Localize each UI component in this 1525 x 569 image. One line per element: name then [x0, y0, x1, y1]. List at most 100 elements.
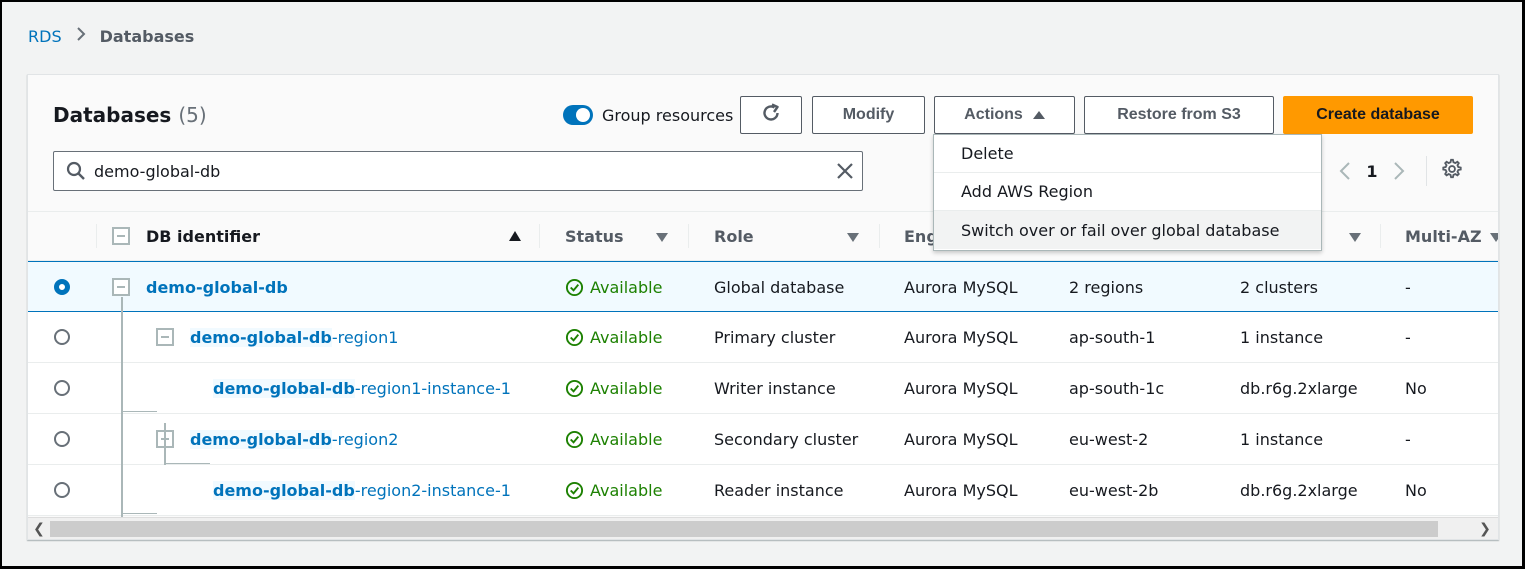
actions-menu: Delete Add AWS Region Switch over or fai…: [933, 134, 1322, 251]
menu-item-add-aws-region[interactable]: Add AWS Region: [934, 173, 1321, 211]
engine-cell: Aurora MySQL: [904, 277, 1018, 297]
page: RDS Databases Databases (5) Group resour…: [2, 2, 1522, 566]
table-row[interactable]: demo-global-db -region1-instance-1 Availab…: [28, 363, 1498, 414]
column-divider: [879, 224, 880, 248]
engine-cell: Aurora MySQL: [904, 327, 1018, 347]
status-text: Available: [590, 480, 663, 500]
sort-icon[interactable]: [656, 233, 668, 242]
id-suffix: -region2: [331, 429, 399, 449]
search-field: [53, 151, 863, 191]
tree-line: [164, 423, 166, 465]
engine-cell: Aurora MySQL: [904, 378, 1018, 398]
id-suffix: -region1: [331, 327, 399, 347]
multi-az-cell: No: [1405, 480, 1427, 500]
create-database-button[interactable]: Create database: [1283, 96, 1473, 134]
column-label: DB identifier: [146, 226, 260, 246]
group-resources-label: Group resources: [602, 105, 734, 125]
region-cell: eu-west-2: [1069, 429, 1149, 449]
role-cell: Primary cluster: [714, 327, 836, 347]
column-header-db-identifier[interactable]: DB identifier: [146, 212, 260, 260]
title-text: Databases: [53, 103, 172, 127]
column-header-multi-az[interactable]: Multi-AZ: [1405, 212, 1482, 260]
column-header-status[interactable]: Status: [565, 212, 624, 260]
column-divider: [96, 224, 97, 248]
row-radio[interactable]: [54, 482, 70, 498]
table-row[interactable]: demo-global-db -region2 Available Secondary…: [28, 414, 1498, 465]
check-circle-icon: [565, 481, 584, 499]
collapse-icon[interactable]: [112, 278, 130, 296]
tree-line: [164, 463, 210, 464]
next-page-icon[interactable]: [1382, 161, 1416, 181]
id-match: demo-global-db: [146, 277, 288, 297]
sort-icon[interactable]: [1490, 233, 1498, 242]
region-cell: ap-south-1: [1069, 327, 1156, 347]
modify-button[interactable]: Modify: [812, 96, 925, 134]
db-identifier-link[interactable]: demo-global-db: [146, 262, 288, 312]
region-cell: 2 regions: [1069, 277, 1144, 297]
menu-item-delete[interactable]: Delete: [934, 135, 1321, 173]
refresh-button[interactable]: [740, 96, 802, 134]
column-header-role[interactable]: Role: [714, 212, 754, 260]
column-label: Multi-AZ: [1405, 226, 1482, 246]
gear-icon[interactable]: [1441, 158, 1463, 184]
db-identifier-link[interactable]: demo-global-db -region1-instance-1: [213, 363, 511, 413]
id-suffix: -region2-instance-1: [354, 480, 511, 500]
table-row[interactable]: demo-global-db Available Global database Au…: [28, 261, 1498, 312]
breadcrumb-rds-link[interactable]: RDS: [28, 27, 62, 46]
db-identifier-link[interactable]: demo-global-db -region2-instance-1: [213, 465, 511, 515]
id-match: demo-global-db: [213, 480, 355, 500]
check-circle-icon: [565, 379, 584, 397]
role-cell: Reader instance: [714, 480, 844, 500]
column-divider: [539, 224, 540, 248]
sort-icon[interactable]: [1349, 233, 1361, 242]
scroll-right-icon[interactable]: ❯: [1476, 520, 1494, 538]
multi-az-cell: -: [1405, 327, 1411, 347]
row-radio[interactable]: [54, 431, 70, 447]
scroll-left-icon[interactable]: ❮: [30, 520, 48, 538]
chevron-right-icon: [76, 26, 86, 47]
table-row[interactable]: demo-global-db -region2-instance-1 Availab…: [28, 465, 1498, 516]
multi-az-cell: No: [1405, 378, 1427, 398]
role-cell: Global database: [714, 277, 845, 297]
size-cell: 1 instance: [1240, 327, 1324, 347]
column-divider: [1380, 224, 1381, 248]
restore-from-s3-button[interactable]: Restore from S3: [1084, 96, 1274, 134]
row-radio[interactable]: [54, 380, 70, 396]
tree-line: [121, 513, 157, 514]
page-title: Databases (5): [53, 103, 207, 127]
tree-line: [121, 411, 157, 412]
role-cell: Secondary cluster: [714, 429, 859, 449]
clear-icon[interactable]: [828, 162, 862, 180]
pagination: 1: [1328, 156, 1463, 186]
db-identifier-link[interactable]: demo-global-db -region2: [190, 414, 398, 464]
table-row[interactable]: demo-global-db -region1 Available Primary c…: [28, 312, 1498, 363]
row-radio[interactable]: [54, 329, 70, 345]
sort-ascending-icon[interactable]: [509, 231, 521, 241]
sort-icon[interactable]: [847, 233, 859, 242]
actions-button[interactable]: Actions: [934, 96, 1075, 134]
size-cell: db.r6g.2xlarge: [1240, 378, 1358, 398]
menu-item-switch-over-fail-over[interactable]: Switch over or fail over global database: [934, 211, 1321, 249]
group-resources-toggle-wrap: Group resources: [563, 105, 733, 125]
horizontal-scrollbar[interactable]: ❮ ❯: [28, 517, 1498, 539]
previous-page-icon[interactable]: [1328, 161, 1362, 181]
status-text: Available: [590, 378, 663, 398]
collapse-all-icon[interactable]: [112, 227, 130, 245]
row-radio[interactable]: [54, 279, 70, 295]
status-text: Available: [590, 277, 663, 297]
check-circle-icon: [565, 430, 584, 448]
search-input[interactable]: [94, 161, 828, 181]
status-cell: Available: [565, 465, 662, 515]
db-identifier-link[interactable]: demo-global-db -region1: [190, 312, 398, 362]
actions-label: Actions: [964, 106, 1023, 123]
column-divider: [688, 224, 689, 248]
engine-cell: Aurora MySQL: [904, 480, 1018, 500]
multi-az-cell: -: [1405, 429, 1411, 449]
collapse-icon[interactable]: [156, 328, 174, 346]
scrollbar-thumb[interactable]: [50, 521, 1438, 537]
page-number[interactable]: 1: [1362, 162, 1382, 181]
group-resources-toggle[interactable]: [563, 105, 593, 125]
status-cell: Available: [565, 363, 662, 413]
tree-line: [121, 297, 123, 517]
databases-table: DB identifier Status Role Eng Multi-AZ d…: [28, 211, 1498, 517]
